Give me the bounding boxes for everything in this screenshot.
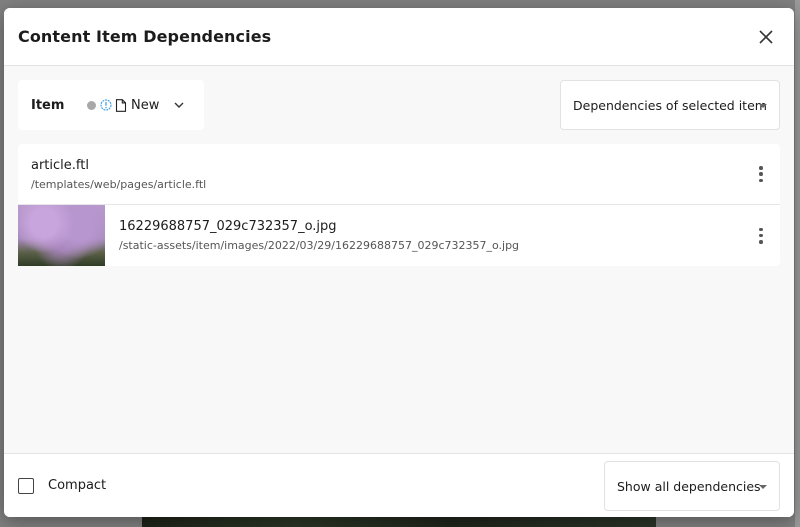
dependencies-dialog: Content Item Dependencies Item New Depen… — [4, 8, 794, 517]
caret-down-icon — [759, 104, 767, 108]
dependency-row[interactable]: article.ftl /templates/web/pages/article… — [18, 144, 780, 204]
kebab-dot — [759, 172, 763, 176]
dependency-name: article.ftl — [31, 157, 89, 173]
file-icon — [115, 98, 127, 112]
dialog-footer: Compact Show all dependencies — [4, 453, 794, 517]
more-options-button[interactable] — [756, 227, 766, 245]
toolbar: Item New Dependencies of selected item — [18, 80, 780, 130]
dependency-path: /templates/web/pages/article.ftl — [31, 177, 207, 191]
state-dot-icon — [87, 100, 96, 110]
more-options-button[interactable] — [756, 165, 766, 183]
item-selector: Item New — [18, 80, 204, 130]
background-image — [142, 517, 656, 527]
dependency-list: article.ftl /templates/web/pages/article… — [18, 144, 780, 266]
chevron-down-icon[interactable] — [173, 99, 185, 111]
dependency-mode-select[interactable]: Dependencies of selected item — [560, 80, 780, 130]
kebab-dot — [759, 166, 763, 170]
compact-checkbox[interactable] — [18, 477, 34, 494]
compact-label[interactable]: Compact — [48, 478, 106, 493]
item-name: New — [131, 97, 160, 113]
kebab-dot — [759, 233, 763, 238]
dialog-body: Item New Dependencies of selected item a… — [4, 66, 794, 453]
kebab-dot — [759, 178, 763, 182]
show-dependencies-value: Show all dependencies — [617, 478, 761, 494]
close-icon — [759, 29, 773, 44]
item-label: Item — [31, 97, 65, 113]
dependency-path: /static-assets/item/images/2022/03/29/16… — [119, 239, 520, 252]
image-thumbnail — [18, 205, 105, 266]
dependency-row[interactable]: 16229688757_029c732357_o.jpg /static-ass… — [18, 204, 780, 266]
close-button[interactable] — [754, 25, 778, 49]
kebab-dot — [759, 240, 763, 244]
info-circle-icon — [100, 99, 112, 111]
dependency-mode-value: Dependencies of selected item — [573, 97, 767, 113]
background-panel — [795, 0, 800, 527]
dialog-header: Content Item Dependencies — [4, 8, 794, 66]
kebab-dot — [759, 227, 763, 231]
dialog-title: Content Item Dependencies — [18, 27, 272, 46]
show-dependencies-select[interactable]: Show all dependencies — [604, 461, 780, 511]
dependency-name: 16229688757_029c732357_o.jpg — [119, 219, 337, 234]
caret-down-icon — [759, 485, 767, 489]
